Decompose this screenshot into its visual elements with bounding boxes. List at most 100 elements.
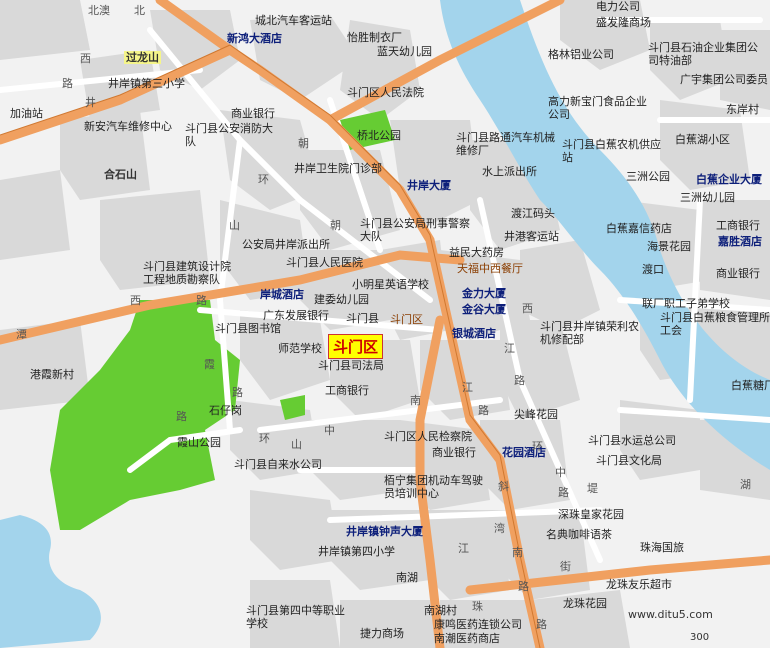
jinggang-bus-station[interactable]: 井港客运站	[504, 230, 559, 243]
baijiao-farm-supply[interactable]: 斗门县白蕉农机供应站	[562, 138, 662, 164]
nanhu-village: 南湖村	[424, 604, 457, 617]
commercial-bank-north[interactable]: 商业银行	[231, 107, 275, 120]
gelin-aluminum[interactable]: 格林铝业公司	[548, 48, 614, 61]
guolongshan-mountain: 过龙山	[124, 51, 161, 64]
road-label-huan1: 环	[258, 173, 269, 186]
yimin-pharmacy[interactable]: 益民大药房	[449, 246, 504, 259]
district-court[interactable]: 斗门区人民法院	[347, 86, 424, 99]
baijiao-enterprise-tower[interactable]: 白蕉企业大厦	[696, 173, 762, 186]
kangming-pharmacy[interactable]: 康鸣医药连锁公司	[434, 618, 522, 631]
jingan-clinic[interactable]: 井岸卫生院门诊部	[294, 162, 382, 175]
water-transport-company[interactable]: 斗门县水运总公司	[588, 434, 676, 447]
road-label-shan-s: 山	[291, 438, 302, 451]
road-label-bei: 北	[134, 4, 145, 17]
anche-hotel[interactable]: 岸城酒店	[260, 288, 304, 301]
jianwei-kindergarten[interactable]: 建委幼儿园	[314, 293, 369, 306]
water-supply-company[interactable]: 斗门县自来水公司	[234, 458, 322, 471]
district-procuratorate[interactable]: 斗门区人民检察院	[384, 430, 472, 443]
road-label-zhong: 中	[324, 424, 335, 437]
jianfeng-garden[interactable]: 尖峰花园	[514, 408, 558, 421]
road-label-nan-s: 南	[512, 546, 523, 559]
road-label-lu1: 路	[62, 77, 73, 90]
scale-label: 300	[690, 632, 710, 643]
road-label-zhu: 珠	[472, 600, 483, 613]
jingan-school-3[interactable]: 井岸镇第三小学	[108, 77, 185, 90]
zhuhai-travel[interactable]: 珠海国旅	[640, 541, 684, 554]
jiasheng-hotel[interactable]: 嘉胜酒店	[718, 235, 762, 248]
power-supply-company[interactable]: 电力公司	[596, 0, 640, 13]
road-label-jiang: 江	[462, 381, 473, 394]
driver-training-center[interactable]: 栢宁集团机动车驾驶员培训中心	[384, 474, 484, 500]
county-justice-bureau[interactable]: 斗门县司法局	[318, 359, 384, 372]
map-canvas[interactable]: 斗门区 城北汽车客运站 新鸿大酒店 怡胜制衣厂 蓝天幼儿园 格林铝业公司 电力公…	[0, 0, 770, 648]
baijiao-sugar-factory[interactable]: 白蕉糖厂	[731, 379, 770, 392]
shizai-hill: 石仔岗	[209, 404, 242, 417]
yizhi-clothing-factory[interactable]: 怡胜制衣厂	[347, 31, 402, 44]
icbc-east[interactable]: 工商银行	[716, 219, 760, 232]
baijiao-lake-district[interactable]: 白蕉湖小区	[675, 133, 730, 146]
road-label-jiang-s: 江	[458, 542, 469, 555]
culture-bureau[interactable]: 斗门县文化局	[596, 454, 662, 467]
baijiao-grain-union[interactable]: 斗门县白蕉粮食管理所工会	[660, 311, 770, 337]
xiaomingxing-school[interactable]: 小明星英语学校	[352, 278, 429, 291]
tianfu-restaurant[interactable]: 天福中西餐厅	[457, 262, 523, 275]
vocational-school-4[interactable]: 斗门县第四中等职业学校	[246, 604, 346, 630]
yincheng-hotel[interactable]: 银城酒店	[452, 327, 496, 340]
sanzhou-park[interactable]: 三洲公园	[626, 170, 670, 183]
jingan-farm-repair[interactable]: 斗门县井岸镇荣利农机修配部	[540, 320, 640, 346]
gas-station[interactable]: 加油站	[10, 107, 43, 120]
road-label-xi-r: 西	[522, 302, 533, 315]
shenzhu-royal-garden[interactable]: 深珠皇家花园	[558, 508, 624, 521]
commercial-bank-east[interactable]: 商业银行	[716, 267, 760, 280]
jingu-tower[interactable]: 金谷大厦	[462, 303, 506, 316]
ferry-pier[interactable]: 渡江码头	[511, 207, 555, 220]
road-label-jiang-r: 江	[504, 342, 515, 355]
jinli-tower[interactable]: 金力大厦	[462, 287, 506, 300]
longzhu-supermarket[interactable]: 龙珠友乐超市	[606, 578, 672, 591]
ferry-crossing[interactable]: 渡口	[642, 263, 664, 276]
labor-school[interactable]: 联厂职工子弟学校	[642, 297, 730, 310]
qiaobei-park[interactable]: 桥北公园	[357, 129, 401, 142]
normal-school[interactable]: 师范学校	[278, 342, 322, 355]
road-label-xi1: 西	[80, 52, 91, 65]
longzhu-garden[interactable]: 龙珠花园	[563, 597, 607, 610]
road-repair-factory[interactable]: 斗门县路通汽车机械维修厂	[456, 131, 556, 157]
people-hospital[interactable]: 斗门县人民医院	[286, 256, 363, 269]
xinhongda-hotel[interactable]: 新鸿大酒店	[227, 32, 282, 45]
road-label-chao1: 朝	[298, 137, 309, 150]
zhongsheng-tower[interactable]: 井岸镇钟声大厦	[346, 525, 423, 538]
road-label-huan-s: 环	[259, 432, 270, 445]
xinan-repair-center[interactable]: 新安汽车维修中心	[84, 120, 172, 133]
design-institute[interactable]: 斗门县建筑设计院工程地质勘察队	[143, 260, 239, 286]
road-label-lu-e: 路	[558, 486, 569, 499]
jingan-police-station[interactable]: 公安局井岸派出所	[242, 238, 330, 251]
dongan-village: 东岸村	[726, 103, 759, 116]
guangdong-bank[interactable]: 广东发展银行	[263, 309, 329, 322]
icbc-central[interactable]: 工商银行	[325, 384, 369, 397]
road-label-nan: 南	[410, 394, 421, 407]
baijiao-trust-pharmacy[interactable]: 白蕉嘉信药店	[606, 222, 672, 235]
jieli-market[interactable]: 捷力商场	[360, 627, 404, 640]
chengbei-bus-station[interactable]: 城北汽车客运站	[255, 14, 332, 27]
commercial-bank-central[interactable]: 商业银行	[432, 446, 476, 459]
shengfa-mall[interactable]: 盛发隆商场	[596, 16, 651, 29]
shuishang-police[interactable]: 水上派出所	[482, 165, 537, 178]
guangye-group[interactable]: 广宇集团公司委员	[680, 73, 770, 86]
hexi-mountain: 合石山	[104, 168, 137, 181]
jingan-school-4[interactable]: 井岸镇第四小学	[318, 545, 395, 558]
fire-brigade[interactable]: 斗门县公安消防大队	[185, 122, 281, 148]
xiashan-park[interactable]: 霞山公园	[177, 436, 221, 449]
haijing-garden[interactable]: 海景花园	[647, 240, 691, 253]
shiyou-group[interactable]: 斗门县石油企业集团公司特油部	[648, 41, 768, 67]
gaoli-food-company[interactable]: 高力新宝门食品企业公司	[548, 95, 648, 121]
jingan-tower[interactable]: 井岸大厦	[407, 179, 451, 192]
nanchao-pharmacy[interactable]: 南潮医药商店	[434, 632, 500, 645]
sanzhou-kindergarten[interactable]: 三洲幼儿园	[680, 191, 735, 204]
district-label[interactable]: 斗门区	[328, 334, 384, 359]
lantian-kindergarten[interactable]: 蓝天幼儿园	[377, 45, 432, 58]
mingdian-coffee[interactable]: 名典咖啡语茶	[546, 528, 612, 541]
road-label-xie: 斜	[498, 480, 509, 493]
county-library[interactable]: 斗门县图书馆	[215, 322, 281, 335]
criminal-police-brigade[interactable]: 斗门县公安局刑事警察大队	[360, 217, 470, 243]
road-label-huan-r: 环	[532, 440, 543, 453]
